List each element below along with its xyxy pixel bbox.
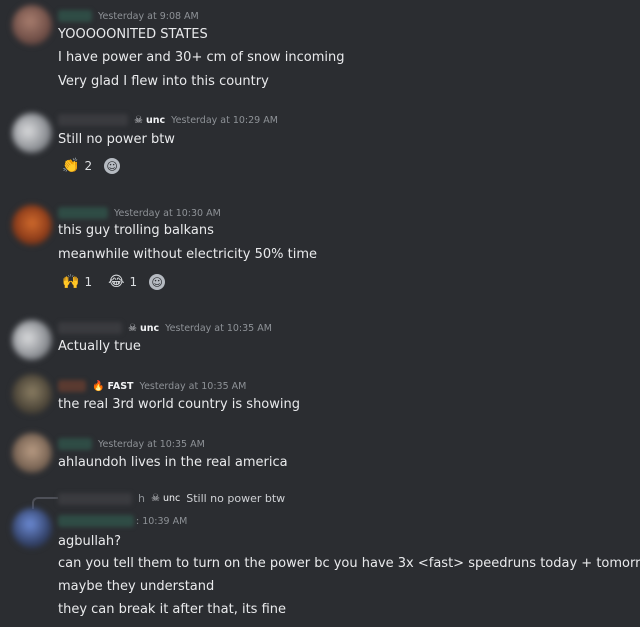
skull-icon: ☠ xyxy=(150,493,160,504)
message-text: they can break it after that, its fine xyxy=(58,602,287,617)
reaction-raised-hands[interactable]: 🙌 1 xyxy=(58,272,96,292)
message-text: YOOOOONITED STATES xyxy=(58,27,208,42)
clap-emoji-icon: 👏 xyxy=(62,158,80,174)
add-reaction-icon[interactable]: ☺ xyxy=(149,274,166,290)
username-blurred[interactable] xyxy=(58,114,128,126)
raised-hands-emoji-icon: 🙌 xyxy=(62,274,80,290)
message-header: Yesterday at 9:08 AM xyxy=(58,9,199,23)
user-tag: ☠ unc xyxy=(134,114,166,126)
message-header: ☠ unc Yesterday at 10:29 AM xyxy=(58,113,278,127)
timestamp: Yesterday at 9:08 AM xyxy=(98,10,199,22)
user-tag: 🔥 FAST xyxy=(92,380,134,392)
replied-username-tail: h xyxy=(138,492,145,505)
username-blurred[interactable] xyxy=(58,438,92,450)
add-reaction-icon[interactable]: ☺ xyxy=(104,158,121,174)
username-blurred[interactable] xyxy=(58,380,86,392)
message-text: Actually true xyxy=(58,339,141,354)
avatar[interactable] xyxy=(12,5,52,45)
message-text: this guy trolling balkans xyxy=(58,223,214,238)
message-header: Yesterday at 10:30 AM xyxy=(58,206,221,220)
avatar[interactable] xyxy=(12,374,52,414)
message-text: the real 3rd world country is showing xyxy=(58,397,300,412)
reply-preview[interactable]: h ☠ unc Still no power btw xyxy=(58,492,285,505)
avatar[interactable] xyxy=(12,508,52,548)
replied-username-blurred xyxy=(58,492,132,505)
reaction-bar: 👏 2 ☺ xyxy=(58,156,121,176)
message-header: ☠ unc Yesterday at 10:35 AM xyxy=(58,321,272,335)
replied-message-text: Still no power btw xyxy=(186,492,286,505)
message-header: 🔥 FAST Yesterday at 10:35 AM xyxy=(58,379,246,393)
message-text: Very glad I flew into this country xyxy=(58,74,269,89)
chat-message-list: Yesterday at 9:08 AM YOOOOONITED STATES … xyxy=(0,0,640,627)
timestamp: Yesterday at 10:35 AM xyxy=(165,322,272,334)
reaction-count: 2 xyxy=(84,159,93,173)
message-text: ahlaundoh lives in the real america xyxy=(58,455,288,470)
message-text: Still no power btw xyxy=(58,132,175,147)
message-text: maybe they understand xyxy=(58,579,215,594)
message-text: agbullah? xyxy=(58,534,122,549)
avatar[interactable] xyxy=(12,113,52,153)
skull-icon: ☠ xyxy=(128,322,137,334)
skull-icon: ☠ xyxy=(134,114,143,126)
joy-emoji-icon: 😂 xyxy=(108,274,125,290)
message-header: : 10:39 AM xyxy=(58,514,187,528)
username-blurred[interactable] xyxy=(58,515,134,527)
username-blurred[interactable] xyxy=(58,207,108,219)
username-blurred[interactable] xyxy=(58,10,92,22)
replied-user-tag: ☠ unc xyxy=(150,493,181,504)
reaction-clap[interactable]: 👏 2 xyxy=(58,156,96,176)
reaction-count: 1 xyxy=(84,275,93,289)
reaction-joy[interactable]: 😂 1 xyxy=(104,272,141,292)
reaction-count: 1 xyxy=(129,275,138,289)
timestamp: Yesterday at 10:29 AM xyxy=(171,114,278,126)
message-text: I have power and 30+ cm of snow incoming xyxy=(58,50,345,65)
message-text: can you tell them to turn on the power b… xyxy=(58,556,640,571)
message-header: Yesterday at 10:35 AM xyxy=(58,437,205,451)
user-tag: ☠ unc xyxy=(128,322,160,334)
avatar[interactable] xyxy=(12,205,52,245)
timestamp: Yesterday at 10:35 AM xyxy=(139,380,247,392)
avatar[interactable] xyxy=(12,320,52,360)
message-text: meanwhile without electricity 50% time xyxy=(58,247,317,262)
reaction-bar: 🙌 1 😂 1 ☺ xyxy=(58,272,166,292)
fire-icon: 🔥 xyxy=(92,380,105,392)
reply-connector xyxy=(32,497,58,509)
timestamp: Yesterday at 10:30 AM xyxy=(114,207,221,219)
username-blurred[interactable] xyxy=(58,322,122,334)
timestamp: Yesterday at 10:35 AM xyxy=(98,438,205,450)
avatar[interactable] xyxy=(12,433,52,473)
timestamp: : 10:39 AM xyxy=(136,515,188,527)
